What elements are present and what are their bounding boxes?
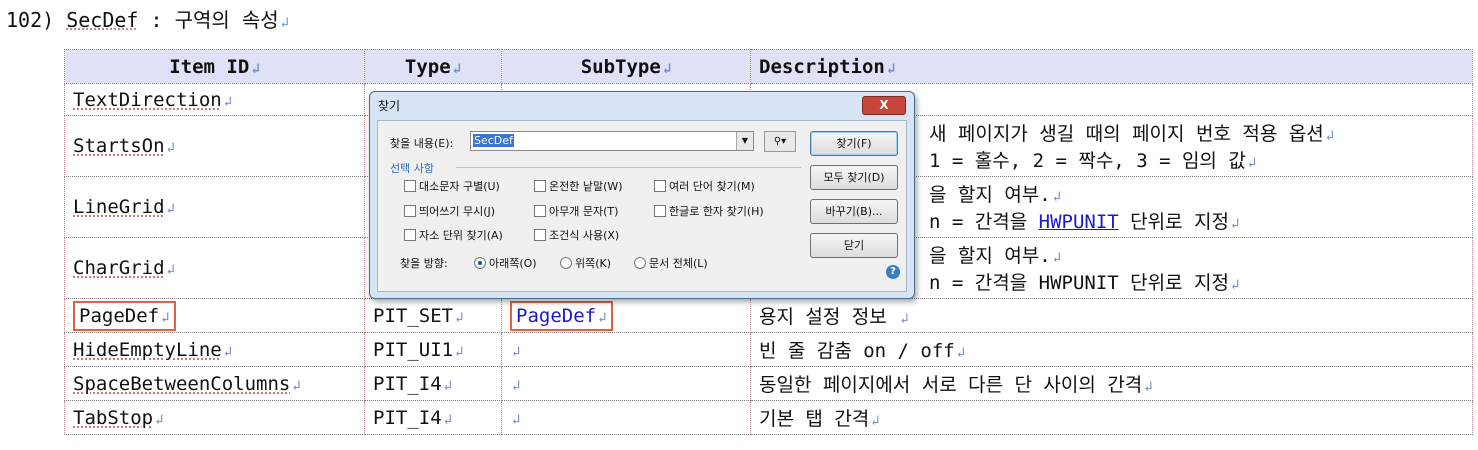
option-condition[interactable]: 조건식 사용(X) xyxy=(534,227,619,243)
direction-all[interactable]: 문서 전체(L) xyxy=(634,255,708,271)
checkbox-icon xyxy=(534,205,546,217)
find-label: 찾을 내용(E): xyxy=(390,137,454,150)
cell-description[interactable]: 빈 줄 감춤 on / off ↲ xyxy=(750,332,1473,367)
table-row: SpaceBetweenColumns ↲ PIT_I4 ↲ ↲ 동일한 페이지에서… xyxy=(64,366,1473,401)
checkbox-icon xyxy=(654,180,666,192)
cell-type[interactable]: PIT_I4 ↲ xyxy=(364,366,502,401)
close-button[interactable]: 닫기 xyxy=(810,233,898,258)
cell-description[interactable]: 동일한 페이지에서 서로 다른 단 사이의 간격 ↲ xyxy=(750,366,1473,401)
highlighted-subtype: PageDef ↲ xyxy=(510,300,613,331)
header-description: Description ↲ xyxy=(750,49,1473,84)
heading-name: SecDef xyxy=(66,8,139,32)
cell-type[interactable]: PIT_I4 ↲ xyxy=(364,400,502,435)
option-ignore-spacing[interactable]: 띄어쓰기 무시(J) xyxy=(404,203,495,219)
table-row: HideEmptyLine ↲ PIT_UI1 ↲ ↲ 빈 줄 감춤 on / of… xyxy=(64,332,1473,367)
direction-label: 찾을 방향: xyxy=(400,257,448,270)
close-icon[interactable]: X xyxy=(862,96,906,115)
replace-button[interactable]: 바꾸기(B)... xyxy=(810,199,898,224)
find-button[interactable]: 찾기(F) xyxy=(810,131,898,156)
cell-item-id[interactable]: SpaceBetweenColumns ↲ xyxy=(64,366,365,401)
cell-subtype[interactable]: PageDef ↲ xyxy=(501,298,751,333)
checkbox-icon xyxy=(534,180,546,192)
checkbox-icon xyxy=(404,229,416,241)
option-hanja[interactable]: 한글로 한자 찾기(H) xyxy=(654,203,764,219)
dialog-body: 찾을 내용(E): SecDef ▼ ⚲▾ 선택 사항 대소문자 구별(U) 온… xyxy=(377,120,907,292)
cell-item-id[interactable]: CharGrid ↲ xyxy=(64,237,365,299)
cell-subtype[interactable]: ↲ xyxy=(501,332,751,367)
find-all-button[interactable]: 모두 찾기(D) xyxy=(810,165,898,190)
paragraph-mark-icon: ↲ xyxy=(280,15,290,31)
table-row: TabStop ↲ PIT_I4 ↲ ↲ 기본 탭 간격 ↲ xyxy=(64,400,1473,435)
table-row: PageDef ↲ PIT_SET ↲ PageDef ↲ 용지 설정 정보 ↲ xyxy=(64,298,1473,333)
option-whole-word[interactable]: 온전한 낱말(W) xyxy=(534,178,623,194)
options-divider xyxy=(456,167,801,168)
radio-selected-icon xyxy=(474,257,486,269)
cell-subtype[interactable]: ↲ xyxy=(501,366,751,401)
cell-item-id[interactable]: PageDef ↲ xyxy=(64,298,365,333)
cell-item-id[interactable]: LineGrid ↲ xyxy=(64,176,365,238)
binoculars-icon[interactable]: ⚲▾ xyxy=(764,131,796,152)
cell-description[interactable]: 용지 설정 정보 ↲ xyxy=(750,298,1473,333)
option-multi-word[interactable]: 여러 단어 찾기(M) xyxy=(654,178,755,194)
header-type: Type ↲ xyxy=(364,49,502,84)
find-input-value: SecDef xyxy=(473,134,514,147)
header-item-id: Item ID ↲ xyxy=(64,49,365,84)
cell-item-id[interactable]: TextDirection ↲ xyxy=(64,83,365,116)
heading-subtitle: 구역의 속성 xyxy=(174,8,279,32)
option-jaso[interactable]: 자소 단위 찾기(A) xyxy=(404,227,503,243)
checkbox-icon xyxy=(654,205,666,217)
direction-up[interactable]: 위쪽(K) xyxy=(560,255,611,271)
help-icon[interactable]: ? xyxy=(886,265,900,279)
cell-item-id[interactable]: HideEmptyLine ↲ xyxy=(64,332,365,367)
heading-number: 102) xyxy=(6,8,55,32)
direction-down[interactable]: 아래쪽(O) xyxy=(474,255,537,271)
radio-icon xyxy=(560,257,572,269)
highlighted-item-id: PageDef ↲ xyxy=(73,300,176,331)
find-input[interactable]: SecDef ▼ xyxy=(470,131,754,151)
option-wildcard[interactable]: 아무개 문자(T) xyxy=(534,203,618,219)
find-dialog: 찾기 X 찾을 내용(E): SecDef ▼ ⚲▾ 선택 사항 대소문자 구별… xyxy=(369,91,915,299)
checkbox-icon xyxy=(534,229,546,241)
option-match-case[interactable]: 대소문자 구별(U) xyxy=(404,178,500,194)
header-subtype: SubType ↲ xyxy=(501,49,751,84)
cell-item-id[interactable]: TabStop ↲ xyxy=(64,400,365,435)
dialog-title[interactable]: 찾기 xyxy=(378,97,400,114)
cell-subtype[interactable]: ↲ xyxy=(501,400,751,435)
heading-separator: : xyxy=(150,8,163,32)
cell-item-id[interactable]: StartsOn ↲ xyxy=(64,115,365,177)
table-header-row: Item ID ↲ Type ↲ SubType ↲ Description ↲ xyxy=(64,49,1473,84)
options-title: 선택 사항 xyxy=(390,162,434,175)
radio-icon xyxy=(634,257,646,269)
cell-type[interactable]: PIT_UI1 ↲ xyxy=(364,332,502,367)
cell-description[interactable]: 기본 탭 간격 ↲ xyxy=(750,400,1473,435)
checkbox-icon xyxy=(404,205,416,217)
hwpunit-link[interactable]: HWPUNIT xyxy=(1039,211,1119,233)
chevron-down-icon[interactable]: ▼ xyxy=(736,132,753,150)
cell-type[interactable]: PIT_SET ↲ xyxy=(364,298,502,333)
checkbox-icon xyxy=(404,180,416,192)
section-heading: 102) SecDef : 구역의 속성 ↲ xyxy=(6,4,289,33)
